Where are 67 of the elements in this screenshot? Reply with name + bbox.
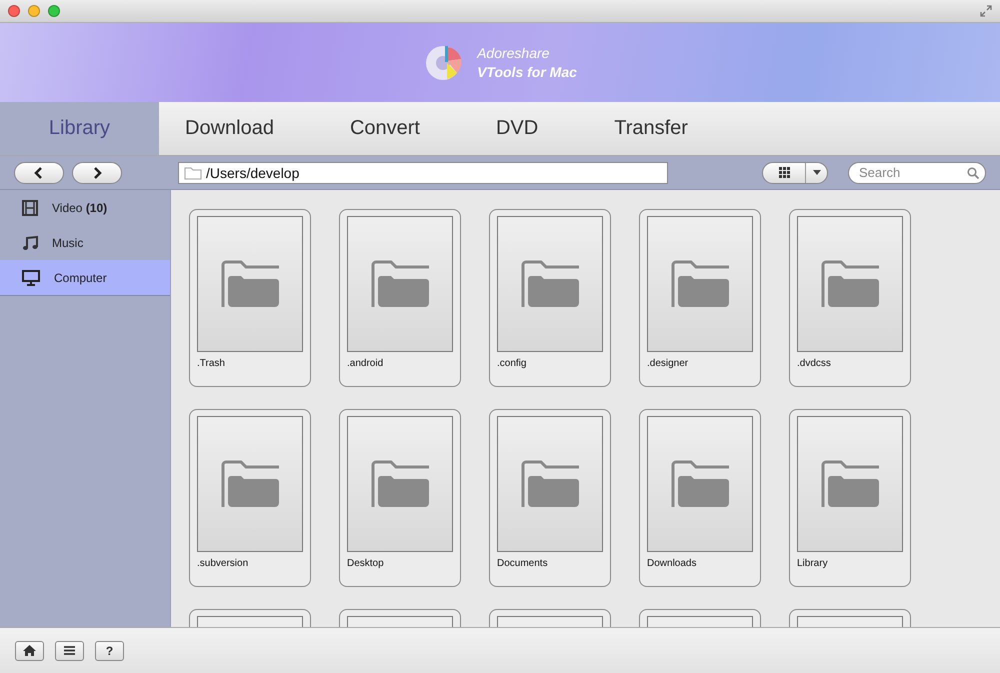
- sidebar-item[interactable]: Computer: [0, 260, 170, 296]
- search-icon: [967, 166, 979, 178]
- folder-icon: [669, 259, 731, 309]
- path-field[interactable]: /Users/develop: [178, 162, 668, 184]
- sidebar-label: Computer: [54, 270, 107, 284]
- folder-card[interactable]: .dvdcss: [789, 209, 911, 387]
- fullscreen-icon[interactable]: [980, 5, 992, 17]
- monitor-icon: [22, 270, 40, 286]
- minimize-button[interactable]: [28, 5, 40, 17]
- sidebar-item[interactable]: Music: [0, 225, 170, 260]
- help-button[interactable]: ?: [95, 640, 124, 660]
- tab[interactable]: Library: [0, 102, 159, 155]
- path-text: /Users/develop: [206, 164, 300, 180]
- folder-card[interactable]: Library: [789, 409, 911, 587]
- folder-name: .designer: [647, 358, 688, 369]
- sidebar-item[interactable]: Video (10): [0, 190, 170, 225]
- brand-name: Adoreshare: [477, 44, 550, 62]
- close-button[interactable]: [8, 5, 20, 17]
- folder-card[interactable]: .Trash: [189, 209, 311, 387]
- back-button[interactable]: [14, 162, 64, 184]
- folder-card[interactable]: .android: [339, 209, 461, 387]
- folder-card[interactable]: Documents: [489, 409, 611, 587]
- folder-name: .android: [347, 358, 384, 369]
- chevron-left-icon: [34, 166, 44, 178]
- menu-button[interactable]: [55, 640, 84, 660]
- grid-icon: [778, 167, 790, 178]
- tab[interactable]: Convert: [324, 102, 446, 155]
- film-icon: [22, 200, 38, 216]
- product-name: VTools for Mac: [477, 62, 577, 82]
- tab[interactable]: Transfer: [588, 102, 714, 155]
- tab[interactable]: DVD: [470, 102, 564, 155]
- folder-name: .dvdcss: [797, 358, 831, 369]
- folder-name: .config: [497, 358, 526, 369]
- folder-card[interactable]: .designer: [639, 209, 761, 387]
- search-field[interactable]: Search: [848, 162, 986, 184]
- folder-card[interactable]: .config: [489, 209, 611, 387]
- home-icon: [23, 645, 36, 656]
- folder-icon: [219, 459, 281, 509]
- folder-icon: [819, 259, 881, 309]
- tab[interactable]: Download: [159, 102, 300, 155]
- forward-button[interactable]: [72, 162, 122, 184]
- folder-icon: [369, 259, 431, 309]
- folder-icon: [819, 459, 881, 509]
- caret-icon: [812, 170, 820, 175]
- folder-icon: [369, 459, 431, 509]
- view-switcher[interactable]: [762, 162, 828, 184]
- folder-icon: [184, 166, 202, 180]
- zoom-button[interactable]: [48, 5, 60, 17]
- sidebar-label: Music: [52, 236, 84, 250]
- folder-icon: [519, 459, 581, 509]
- folder-name: Library: [797, 558, 828, 569]
- folder-icon: [669, 459, 731, 509]
- folder-name: .subversion: [197, 558, 248, 569]
- folder-name: Desktop: [347, 558, 384, 569]
- folder-card[interactable]: Desktop: [339, 409, 461, 587]
- chevron-right-icon: [92, 166, 102, 178]
- folder-card[interactable]: Downloads: [639, 409, 761, 587]
- sidebar-label: Video (10): [52, 200, 108, 214]
- folder-icon: [519, 259, 581, 309]
- folder-name: .Trash: [197, 358, 225, 369]
- folder-name: Downloads: [647, 558, 696, 569]
- music-note-icon: [22, 234, 38, 250]
- folder-card[interactable]: .subversion: [189, 409, 311, 587]
- folder-icon: [219, 259, 281, 309]
- menu-icon: [64, 646, 75, 655]
- folder-name: Documents: [497, 558, 548, 569]
- home-button[interactable]: [15, 640, 44, 660]
